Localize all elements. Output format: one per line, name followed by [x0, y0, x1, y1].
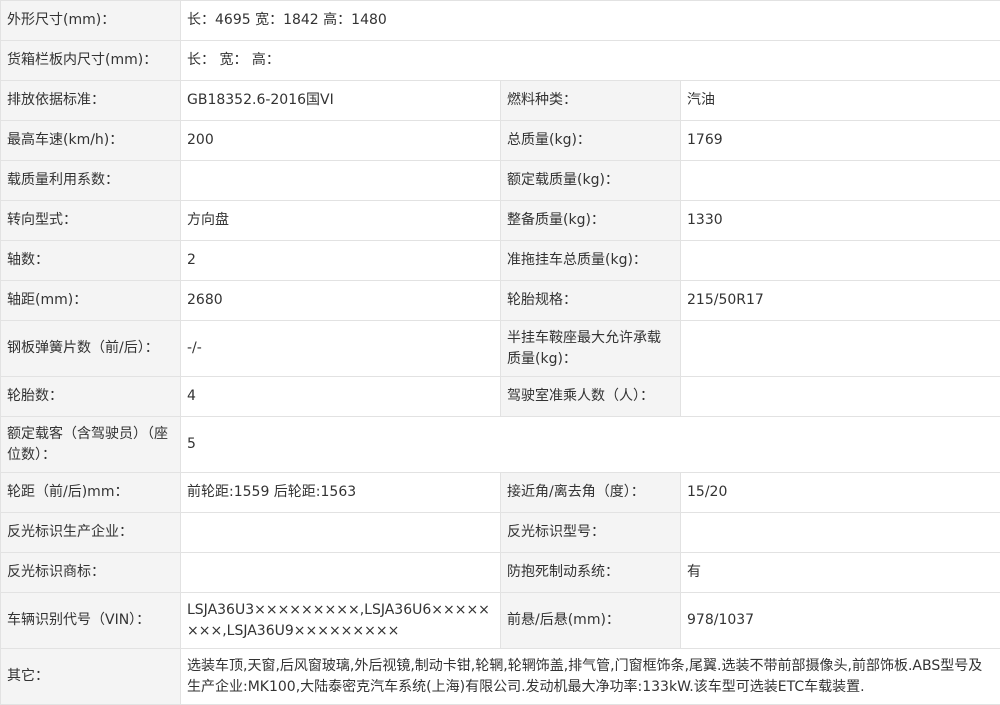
spec-label: 车辆识别代号（VIN）：	[1, 593, 181, 649]
spec-label: 货箱栏板内尺寸(mm)：	[1, 41, 181, 81]
spec-value	[181, 513, 501, 553]
spec-value	[681, 161, 1000, 201]
spec-label: 总质量(kg)：	[501, 121, 681, 161]
spec-row-cargo-box: 货箱栏板内尺寸(mm)： 长： 宽： 高：	[1, 41, 1000, 81]
spec-value	[681, 377, 1000, 417]
spec-value: 1330	[681, 201, 1000, 241]
spec-value	[681, 513, 1000, 553]
spec-label: 燃料种类：	[501, 81, 681, 121]
spec-label: 轮距（前/后)mm：	[1, 473, 181, 513]
spec-value: GB18352.6-2016国VI	[181, 81, 501, 121]
spec-row-vin: 车辆识别代号（VIN）： LSJA36U3×××××××××,LSJA36U6×…	[1, 593, 1000, 649]
spec-label: 前悬/后悬(mm)：	[501, 593, 681, 649]
spec-label: 准拖挂车总质量(kg)：	[501, 241, 681, 281]
spec-value: 1769	[681, 121, 1000, 161]
spec-value: 2680	[181, 281, 501, 321]
spec-value	[181, 161, 501, 201]
spec-label: 转向型式：	[1, 201, 181, 241]
spec-label: 载质量利用系数：	[1, 161, 181, 201]
spec-label: 轴数：	[1, 241, 181, 281]
spec-label: 轴距(mm)：	[1, 281, 181, 321]
spec-row-seats: 额定载客（含驾驶员）（座位数）： 5	[1, 417, 1000, 473]
spec-label: 其它：	[1, 649, 181, 705]
spec-value: 长：4695 宽：1842 高：1480	[181, 1, 1000, 41]
spec-row-steering: 转向型式： 方向盘 整备质量(kg)： 1330	[1, 201, 1000, 241]
spec-label: 轮胎规格：	[501, 281, 681, 321]
spec-label: 接近角/离去角（度）：	[501, 473, 681, 513]
spec-label: 整备质量(kg)：	[501, 201, 681, 241]
spec-row-speed: 最高车速(km/h)： 200 总质量(kg)： 1769	[1, 121, 1000, 161]
spec-value: 长： 宽： 高：	[181, 41, 1000, 81]
spec-value: LSJA36U3×××××××××,LSJA36U6××××××××,LSJA3…	[181, 593, 501, 649]
spec-value: 4	[181, 377, 501, 417]
spec-value: 5	[181, 417, 1000, 473]
spec-row-tire-count: 轮胎数： 4 驾驶室准乘人数（人）：	[1, 377, 1000, 417]
spec-label: 外形尺寸(mm)：	[1, 1, 181, 41]
spec-value: 978/1037	[681, 593, 1000, 649]
spec-row-reflector-maker: 反光标识生产企业： 反光标识型号：	[1, 513, 1000, 553]
spec-label: 反光标识商标：	[1, 553, 181, 593]
vehicle-spec-table: 外形尺寸(mm)： 长：4695 宽：1842 高：1480 货箱栏板内尺寸(m…	[0, 0, 1000, 705]
spec-value: 选装车顶,天窗,后风窗玻璃,外后视镜,制动卡钳,轮辋,轮辋饰盖,排气管,门窗框饰…	[181, 649, 1000, 705]
spec-label: 最高车速(km/h)：	[1, 121, 181, 161]
spec-value: 汽油	[681, 81, 1000, 121]
spec-label: 轮胎数：	[1, 377, 181, 417]
spec-label: 反光标识型号：	[501, 513, 681, 553]
spec-row-load-factor: 载质量利用系数： 额定载质量(kg)：	[1, 161, 1000, 201]
spec-label: 反光标识生产企业：	[1, 513, 181, 553]
spec-row-leaf-springs: 钢板弹簧片数（前/后）： -/- 半挂车鞍座最大允许承载质量(kg)：	[1, 321, 1000, 377]
spec-label: 半挂车鞍座最大允许承载质量(kg)：	[501, 321, 681, 377]
spec-value: 215/50R17	[681, 281, 1000, 321]
spec-value	[681, 241, 1000, 281]
spec-row-axles: 轴数： 2 准拖挂车总质量(kg)：	[1, 241, 1000, 281]
spec-value: 15/20	[681, 473, 1000, 513]
spec-value: -/-	[181, 321, 501, 377]
spec-row-wheelbase: 轴距(mm)： 2680 轮胎规格： 215/50R17	[1, 281, 1000, 321]
spec-label: 驾驶室准乘人数（人）：	[501, 377, 681, 417]
spec-label: 额定载质量(kg)：	[501, 161, 681, 201]
spec-value: 2	[181, 241, 501, 281]
spec-row-other: 其它： 选装车顶,天窗,后风窗玻璃,外后视镜,制动卡钳,轮辋,轮辋饰盖,排气管,…	[1, 649, 1000, 705]
spec-value: 有	[681, 553, 1000, 593]
spec-value: 前轮距:1559 后轮距:1563	[181, 473, 501, 513]
spec-row-emission: 排放依据标准： GB18352.6-2016国VI 燃料种类： 汽油	[1, 81, 1000, 121]
spec-label: 钢板弹簧片数（前/后）：	[1, 321, 181, 377]
spec-value	[181, 553, 501, 593]
spec-label: 排放依据标准：	[1, 81, 181, 121]
spec-value: 200	[181, 121, 501, 161]
spec-row-reflector-brand: 反光标识商标： 防抱死制动系统： 有	[1, 553, 1000, 593]
spec-label: 额定载客（含驾驶员）（座位数）：	[1, 417, 181, 473]
spec-label: 防抱死制动系统：	[501, 553, 681, 593]
spec-value: 方向盘	[181, 201, 501, 241]
spec-row-track: 轮距（前/后)mm： 前轮距:1559 后轮距:1563 接近角/离去角（度）：…	[1, 473, 1000, 513]
spec-value	[681, 321, 1000, 377]
spec-row-dimensions: 外形尺寸(mm)： 长：4695 宽：1842 高：1480	[1, 1, 1000, 41]
